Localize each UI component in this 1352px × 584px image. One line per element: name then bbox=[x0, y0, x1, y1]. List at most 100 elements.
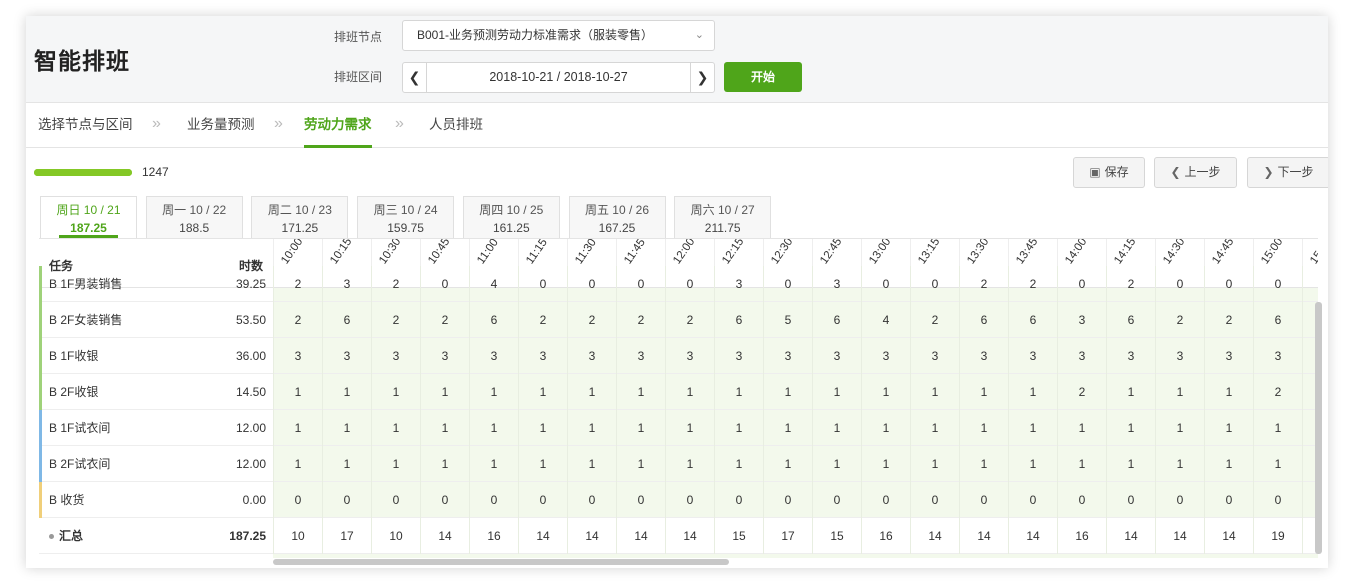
demand-cell[interactable]: 3 bbox=[714, 266, 763, 302]
demand-cell[interactable]: 0 bbox=[861, 266, 910, 302]
table-body[interactable]: B 1F男装销售39.252320400003030022020000B 2F女… bbox=[39, 266, 1318, 558]
demand-cell[interactable]: 6 bbox=[1106, 302, 1155, 338]
demand-cell[interactable]: 0 bbox=[273, 482, 322, 518]
day-tab[interactable]: 周五 10 / 26 167.25 bbox=[568, 196, 666, 238]
demand-cell[interactable]: 1 bbox=[1057, 410, 1106, 446]
demand-cell[interactable]: 3 bbox=[616, 338, 665, 374]
step-select-node[interactable]: 选择节点与区间 bbox=[38, 104, 133, 148]
demand-cell[interactable]: 3 bbox=[714, 338, 763, 374]
demand-cell[interactable]: 1 bbox=[861, 374, 910, 410]
demand-cell[interactable]: 1 bbox=[812, 410, 861, 446]
demand-cell[interactable]: 2 bbox=[959, 266, 1008, 302]
demand-cell[interactable]: 14 bbox=[616, 518, 665, 554]
demand-cell[interactable]: 1 bbox=[518, 374, 567, 410]
demand-cell[interactable]: 1 bbox=[616, 410, 665, 446]
demand-cell[interactable]: 16 bbox=[861, 518, 910, 554]
demand-cell[interactable]: 3 bbox=[812, 266, 861, 302]
demand-cell[interactable]: 17 bbox=[322, 518, 371, 554]
demand-cell[interactable]: 16 bbox=[469, 518, 518, 554]
step-labor-demand[interactable]: 劳动力需求 bbox=[304, 104, 372, 148]
demand-cell[interactable]: 0 bbox=[714, 482, 763, 518]
demand-cell[interactable]: 1 bbox=[959, 446, 1008, 482]
demand-cell[interactable]: 14 bbox=[959, 518, 1008, 554]
demand-cell[interactable]: 1 bbox=[322, 410, 371, 446]
demand-cell[interactable]: 0 bbox=[1204, 482, 1253, 518]
demand-cell[interactable]: 0 bbox=[1253, 266, 1302, 302]
demand-cell[interactable]: 15 bbox=[714, 518, 763, 554]
demand-cell[interactable]: 3 bbox=[763, 338, 812, 374]
demand-cell[interactable]: 2 bbox=[273, 302, 322, 338]
demand-cell[interactable]: 1 bbox=[910, 374, 959, 410]
demand-cell[interactable]: 0 bbox=[469, 482, 518, 518]
demand-cell[interactable]: 14 bbox=[1106, 518, 1155, 554]
demand-cell[interactable]: 1 bbox=[763, 446, 812, 482]
demand-cell[interactable]: 0 bbox=[1057, 266, 1106, 302]
demand-cell[interactable]: 3 bbox=[665, 338, 714, 374]
demand-cell[interactable]: 1 bbox=[420, 410, 469, 446]
demand-cell[interactable]: 1 bbox=[322, 446, 371, 482]
demand-cell[interactable]: 1 bbox=[1155, 410, 1204, 446]
demand-cell[interactable]: 2 bbox=[1204, 302, 1253, 338]
demand-cell[interactable]: 1 bbox=[1204, 374, 1253, 410]
demand-cell[interactable]: 1 bbox=[665, 410, 714, 446]
demand-cell[interactable]: 1 bbox=[420, 374, 469, 410]
demand-cell[interactable]: 3 bbox=[518, 338, 567, 374]
demand-cell[interactable]: 1 bbox=[1155, 374, 1204, 410]
demand-cell[interactable]: 4 bbox=[861, 302, 910, 338]
day-tab[interactable]: 周四 10 / 25 161.25 bbox=[462, 196, 560, 238]
demand-cell[interactable]: 1 bbox=[1253, 410, 1302, 446]
demand-cell[interactable]: 3 bbox=[812, 338, 861, 374]
demand-cell[interactable]: 1 bbox=[714, 374, 763, 410]
demand-cell[interactable]: 0 bbox=[1253, 482, 1302, 518]
demand-cell[interactable]: 1 bbox=[469, 410, 518, 446]
demand-cell[interactable]: 15 bbox=[812, 518, 861, 554]
demand-cell[interactable]: 0 bbox=[518, 482, 567, 518]
demand-cell[interactable]: 3 bbox=[861, 338, 910, 374]
next-step-button[interactable]: ❯ 下一步 bbox=[1247, 157, 1328, 188]
demand-cell[interactable]: 2 bbox=[567, 302, 616, 338]
demand-cell[interactable]: 1 bbox=[1008, 374, 1057, 410]
demand-cell[interactable]: 2 bbox=[1106, 266, 1155, 302]
demand-cell[interactable]: 14 bbox=[665, 518, 714, 554]
demand-cell[interactable]: 1 bbox=[1057, 446, 1106, 482]
demand-cell[interactable]: 0 bbox=[665, 482, 714, 518]
start-button[interactable]: 开始 bbox=[724, 62, 802, 92]
demand-cell[interactable]: 0 bbox=[1008, 482, 1057, 518]
demand-cell[interactable]: 6 bbox=[469, 302, 518, 338]
demand-cell[interactable]: 1 bbox=[665, 446, 714, 482]
day-tab[interactable]: 周一 10 / 22 188.5 bbox=[145, 196, 243, 238]
demand-cell[interactable]: 14 bbox=[1008, 518, 1057, 554]
demand-cell[interactable]: 1 bbox=[567, 446, 616, 482]
prev-step-button[interactable]: ❮ 上一步 bbox=[1154, 157, 1237, 188]
range-prev-button[interactable]: ❮ bbox=[403, 63, 427, 92]
demand-cell[interactable]: 2 bbox=[1155, 302, 1204, 338]
demand-cell[interactable]: 14 bbox=[1155, 518, 1204, 554]
demand-cell[interactable]: 3 bbox=[469, 338, 518, 374]
demand-cell[interactable]: 10 bbox=[273, 518, 322, 554]
demand-cell[interactable]: 3 bbox=[1204, 338, 1253, 374]
demand-cell[interactable]: 0 bbox=[371, 482, 420, 518]
demand-cell[interactable]: 1 bbox=[861, 410, 910, 446]
date-range-picker[interactable]: ❮ 2018-10-21 / 2018-10-27 ❯ bbox=[402, 62, 715, 93]
demand-cell[interactable]: 5 bbox=[763, 302, 812, 338]
demand-cell[interactable]: 3 bbox=[1106, 338, 1155, 374]
demand-cell[interactable]: 0 bbox=[518, 266, 567, 302]
demand-cell[interactable]: 0 bbox=[959, 482, 1008, 518]
demand-cell[interactable]: 2 bbox=[1057, 374, 1106, 410]
demand-cell[interactable]: 1 bbox=[518, 410, 567, 446]
demand-cell[interactable]: 1 bbox=[567, 410, 616, 446]
demand-cell[interactable]: 3 bbox=[1057, 338, 1106, 374]
demand-cell[interactable]: 0 bbox=[910, 266, 959, 302]
demand-cell[interactable]: 2 bbox=[910, 302, 959, 338]
step-scheduling[interactable]: 人员排班 bbox=[429, 104, 483, 148]
demand-cell[interactable]: 1 bbox=[910, 446, 959, 482]
day-tab[interactable]: 周六 10 / 27 211.75 bbox=[674, 196, 772, 238]
demand-cell[interactable]: 3 bbox=[322, 266, 371, 302]
demand-cell[interactable]: 1 bbox=[959, 410, 1008, 446]
demand-cell[interactable]: 3 bbox=[959, 338, 1008, 374]
demand-cell[interactable]: 1 bbox=[322, 374, 371, 410]
demand-cell[interactable]: 1 bbox=[1253, 446, 1302, 482]
demand-cell[interactable]: 2 bbox=[665, 302, 714, 338]
horizontal-scrollbar[interactable] bbox=[273, 559, 729, 565]
day-tab[interactable]: 周日 10 / 21 187.25 bbox=[40, 196, 137, 238]
